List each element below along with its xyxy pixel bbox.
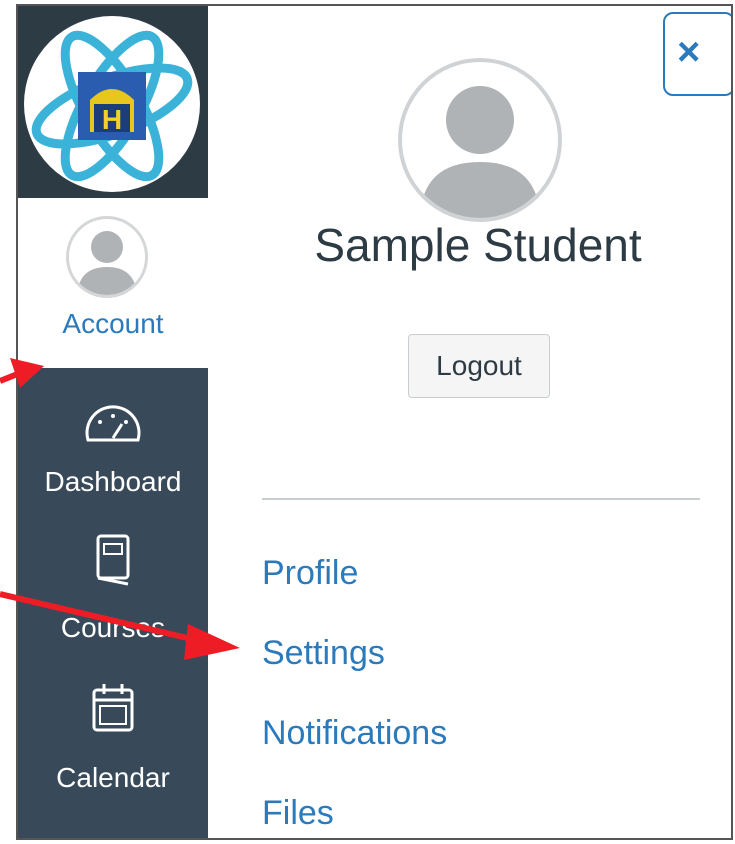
arrowhead-settings: [184, 624, 240, 660]
arrowhead-account: [10, 358, 44, 388]
annotation-arrows: [0, 358, 240, 660]
annotation-arrow-settings: [0, 591, 197, 643]
